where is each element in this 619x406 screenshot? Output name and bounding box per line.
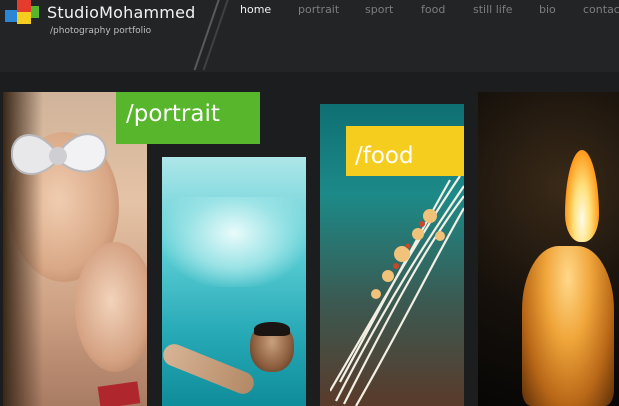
- hair-bow-icon: [10, 133, 108, 175]
- swimmer-hair: [254, 322, 290, 336]
- nav-item-contact[interactable]: contac: [583, 3, 619, 16]
- brand-name[interactable]: StudioMohammed: [47, 3, 195, 22]
- nav-item-food[interactable]: food: [421, 3, 445, 16]
- food-label[interactable]: /food: [346, 126, 464, 176]
- logo-icon[interactable]: [5, 0, 39, 26]
- portrait-label[interactable]: /portrait: [116, 92, 260, 144]
- noodles-icon: [330, 176, 464, 406]
- candle-body: [522, 246, 614, 406]
- red-tie: [97, 381, 141, 406]
- nav-item-home[interactable]: home: [240, 3, 271, 16]
- nav-item-still-life[interactable]: still life: [473, 3, 512, 16]
- nav-item-sport[interactable]: sport: [365, 3, 393, 16]
- food-label-text: /food: [355, 143, 414, 169]
- nav-item-bio[interactable]: bio: [539, 3, 556, 16]
- boy-face: [75, 242, 147, 372]
- portrait-label-text: /portrait: [126, 101, 220, 127]
- tagline: /photography portfolio: [50, 26, 152, 36]
- water-splash: [162, 197, 306, 287]
- nav-item-portrait[interactable]: portrait: [298, 3, 339, 16]
